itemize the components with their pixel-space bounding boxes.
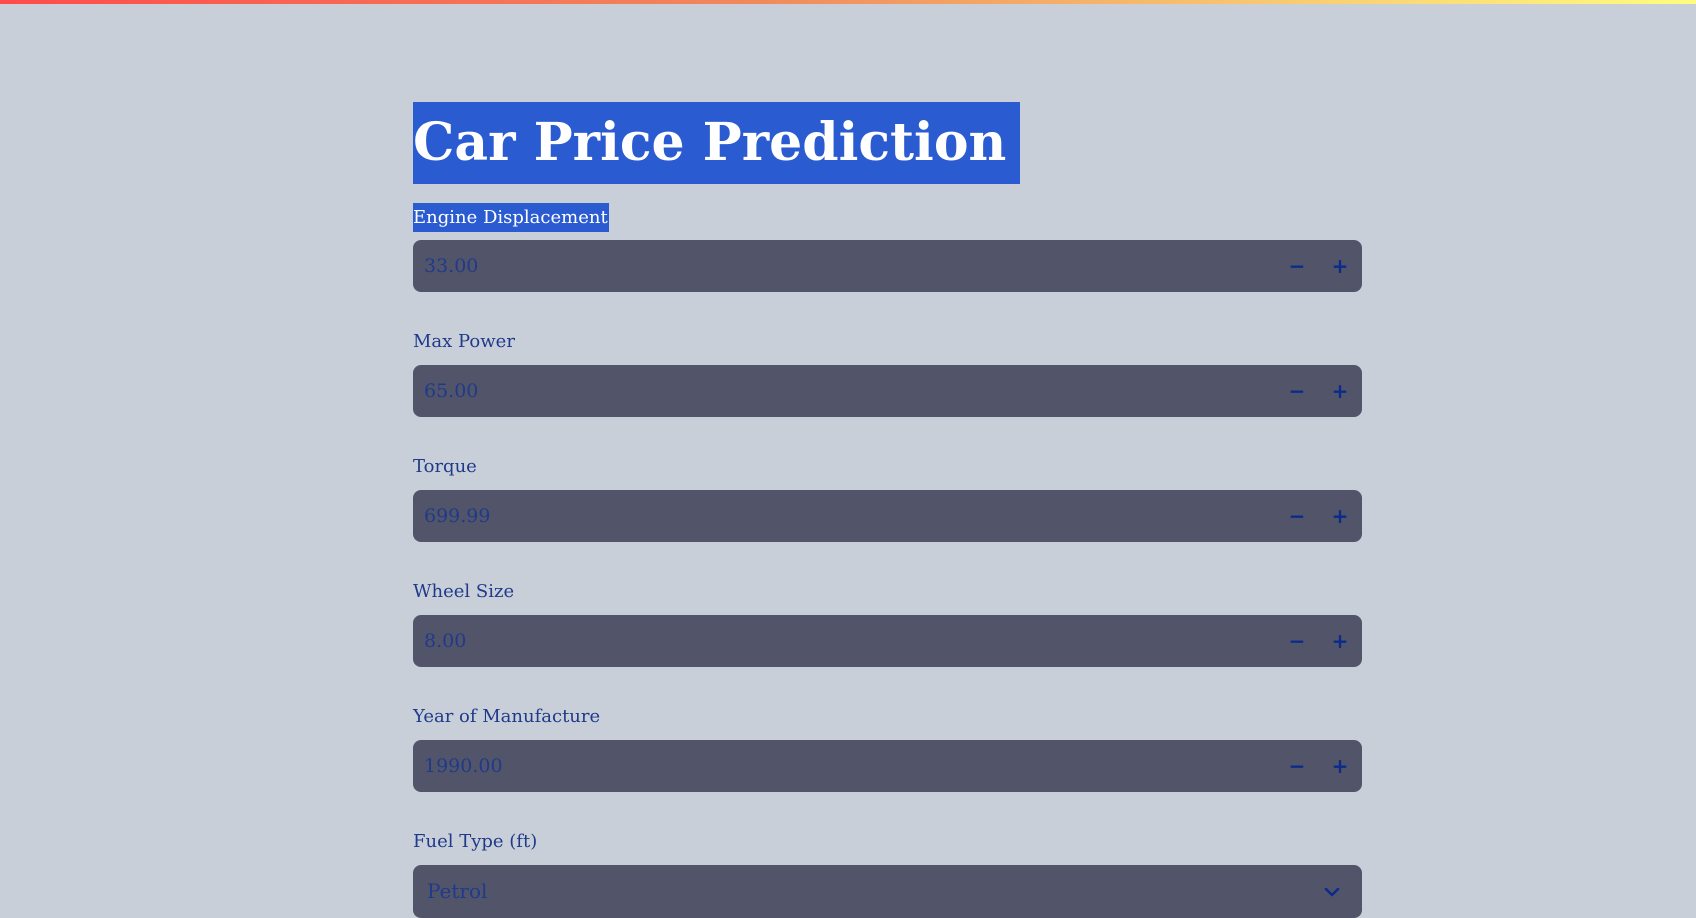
max-power-value[interactable]: 65.00 xyxy=(424,365,478,417)
top-decoration-bar xyxy=(0,0,1696,4)
label-row: Fuel Type (ft) xyxy=(413,827,1362,857)
engine-displacement-label: Engine Displacement xyxy=(413,203,609,232)
increment-button[interactable]: + xyxy=(1320,740,1360,792)
torque-label: Torque xyxy=(413,456,477,477)
increment-button[interactable]: + xyxy=(1320,615,1360,667)
fuel-type-selected-value[interactable]: Petrol xyxy=(427,865,487,918)
decrement-button[interactable]: − xyxy=(1277,615,1317,667)
increment-button[interactable]: + xyxy=(1320,365,1360,417)
decrement-button[interactable]: − xyxy=(1277,740,1317,792)
label-row: Max Power xyxy=(413,327,1362,357)
fuel-type-select[interactable]: Petrol xyxy=(413,865,1362,918)
increment-button[interactable]: + xyxy=(1320,490,1360,542)
torque-value[interactable]: 699.99 xyxy=(424,490,490,542)
title-container: Car Price Prediction xyxy=(413,102,1362,184)
wheel-size-label: Wheel Size xyxy=(413,581,515,602)
engine-displacement-input[interactable]: 33.00 − + xyxy=(413,240,1362,292)
label-row: Wheel Size xyxy=(413,577,1362,607)
torque-field: Torque 699.99 − + xyxy=(413,452,1362,542)
decrement-button[interactable]: − xyxy=(1277,365,1317,417)
year-of-manufacture-label: Year of Manufacture xyxy=(413,706,601,727)
engine-displacement-field: Engine Displacement 33.00 − + xyxy=(413,202,1362,292)
increment-button[interactable]: + xyxy=(1320,240,1360,292)
fuel-type-label: Fuel Type (ft) xyxy=(413,831,538,852)
label-row: Torque xyxy=(413,452,1362,482)
max-power-field: Max Power 65.00 − + xyxy=(413,327,1362,417)
decrement-button[interactable]: − xyxy=(1277,490,1317,542)
chevron-down-icon[interactable] xyxy=(1322,882,1342,902)
main-content: Car Price Prediction Engine Displacement… xyxy=(413,102,1362,918)
wheel-size-field: Wheel Size 8.00 − + xyxy=(413,577,1362,667)
year-of-manufacture-input[interactable]: 1990.00 − + xyxy=(413,740,1362,792)
wheel-size-input[interactable]: 8.00 − + xyxy=(413,615,1362,667)
decrement-button[interactable]: − xyxy=(1277,240,1317,292)
fuel-type-field: Fuel Type (ft) Petrol xyxy=(413,827,1362,918)
year-of-manufacture-value[interactable]: 1990.00 xyxy=(424,740,503,792)
label-row: Year of Manufacture xyxy=(413,702,1362,732)
max-power-label: Max Power xyxy=(413,331,515,352)
page-title: Car Price Prediction xyxy=(413,102,1021,184)
label-row: Engine Displacement xyxy=(413,202,1362,232)
engine-displacement-value[interactable]: 33.00 xyxy=(424,240,478,292)
year-of-manufacture-field: Year of Manufacture 1990.00 − + xyxy=(413,702,1362,792)
torque-input[interactable]: 699.99 − + xyxy=(413,490,1362,542)
wheel-size-value[interactable]: 8.00 xyxy=(424,615,466,667)
max-power-input[interactable]: 65.00 − + xyxy=(413,365,1362,417)
